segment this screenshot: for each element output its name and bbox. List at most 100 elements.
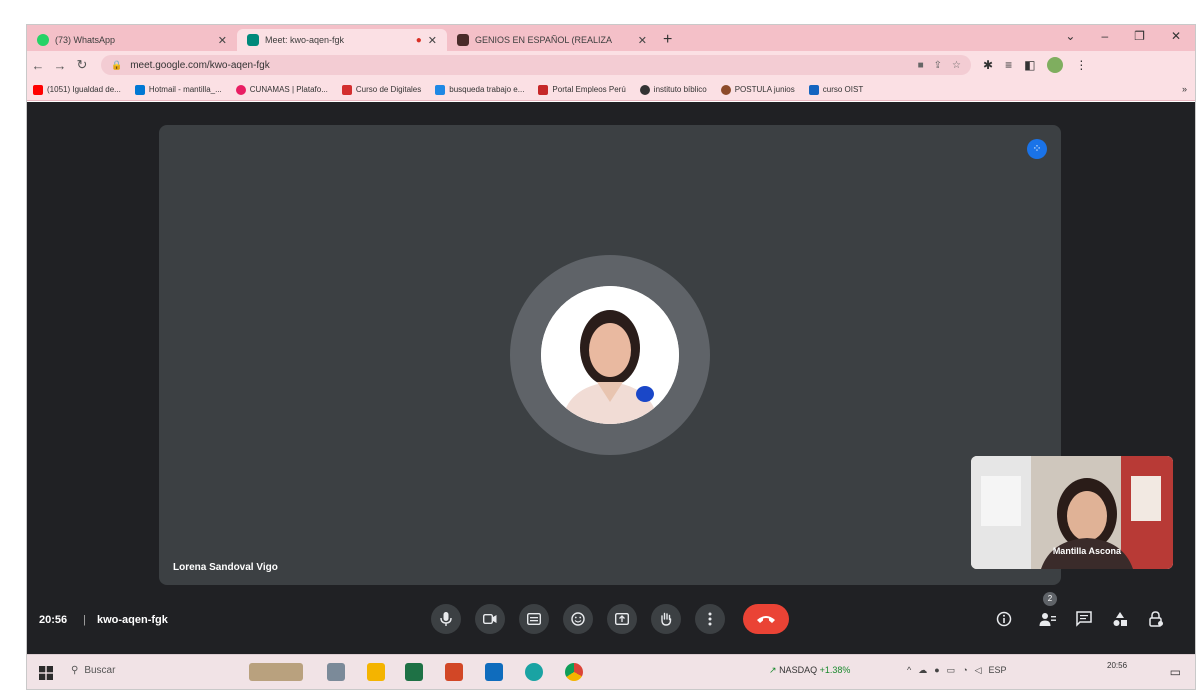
system-tray: ^ ☁ ● ▭ ◔ ◁ ESP bbox=[907, 665, 1007, 676]
volume-icon[interactable]: ◁ bbox=[975, 665, 982, 676]
camera-indicator-icon[interactable]: ■ bbox=[918, 60, 924, 71]
close-tab-icon[interactable]: ✕ bbox=[638, 34, 647, 47]
close-tab-icon[interactable]: ✕ bbox=[218, 34, 227, 47]
task-view-icon[interactable] bbox=[327, 663, 345, 681]
info-icon bbox=[996, 611, 1012, 627]
more-options-button[interactable] bbox=[695, 604, 725, 634]
close-tab-icon[interactable]: ✕ bbox=[428, 34, 437, 47]
taskbar-widget-icon[interactable] bbox=[249, 663, 303, 681]
reading-list-icon[interactable]: ≡ bbox=[1005, 58, 1012, 72]
present-screen-button[interactable] bbox=[607, 604, 637, 634]
back-button[interactable]: ← bbox=[27, 58, 49, 73]
camera-icon bbox=[483, 614, 497, 624]
microphone-tray-icon[interactable]: ● bbox=[934, 665, 939, 676]
bookmark-item[interactable]: Hotmail - mantilla_... bbox=[134, 84, 222, 95]
stock-change: +1.38% bbox=[819, 665, 851, 675]
address-toolbar: ← → ↻ 🔒 meet.google.com/kwo-aqen-fgk ■ ⇪… bbox=[27, 51, 1195, 79]
taskbar-search[interactable]: ⚲ Buscar bbox=[71, 665, 115, 676]
browser-tab-strip: (73) WhatsApp ✕ Meet: kwo-aqen-fgk ● ✕ G… bbox=[27, 25, 1195, 51]
main-speaker-tile[interactable]: ⁘ Lorena Sandoval Vigo bbox=[159, 125, 1061, 585]
minimize-button[interactable]: – bbox=[1101, 29, 1108, 43]
stock-ticker-widget[interactable]: ↗ NASDAQ +1.38% bbox=[769, 665, 850, 676]
more-bookmarks-icon[interactable]: » bbox=[1182, 84, 1187, 94]
bookmarks-bar: (1051) Igualdad de... Hotmail - mantilla… bbox=[27, 79, 1195, 101]
notification-icon[interactable]: ▭ bbox=[1170, 665, 1181, 679]
restore-button[interactable]: ❐ bbox=[1134, 29, 1145, 43]
chevron-up-icon[interactable]: ^ bbox=[907, 665, 911, 676]
raise-hand-button[interactable] bbox=[651, 604, 681, 634]
forward-button[interactable]: → bbox=[49, 58, 71, 73]
lock-icon: 🔒 bbox=[111, 59, 123, 70]
display-icon[interactable]: ▭ bbox=[947, 665, 956, 676]
more-vertical-icon bbox=[708, 612, 712, 626]
chat-icon bbox=[1076, 611, 1092, 627]
tab-title: (73) WhatsApp bbox=[55, 35, 116, 45]
screenshot-frame: (73) WhatsApp ✕ Meet: kwo-aqen-fgk ● ✕ G… bbox=[26, 24, 1196, 690]
raise-hand-icon bbox=[661, 612, 672, 626]
bookmark-item[interactable]: CUNAMAS | Platafo... bbox=[235, 84, 328, 95]
bookmark-item[interactable]: (1051) Igualdad de... bbox=[33, 84, 121, 95]
emoji-icon bbox=[571, 612, 585, 626]
meet-icon bbox=[247, 34, 259, 46]
captions-button[interactable] bbox=[519, 604, 549, 634]
bookmark-star-icon[interactable]: ☆ bbox=[952, 60, 961, 71]
reload-button[interactable]: ↻ bbox=[71, 57, 93, 73]
bookmark-item[interactable]: instituto bíblico bbox=[639, 84, 707, 95]
bookmark-item[interactable]: Curso de Digitales bbox=[341, 84, 421, 95]
file-explorer-icon[interactable] bbox=[367, 663, 385, 681]
network-icon[interactable]: ◔ bbox=[962, 665, 967, 676]
taskbar-clock[interactable]: 20:56 bbox=[1107, 660, 1127, 671]
extension-icon[interactable]: ✱ bbox=[983, 58, 993, 72]
meet-controls-bar: 20:56 | kwo-aqen-fgk 2 bbox=[27, 592, 1195, 646]
bookmark-item[interactable]: busqueda trabajo e... bbox=[435, 84, 524, 95]
windows-start-icon[interactable] bbox=[39, 666, 53, 680]
bookmark-item[interactable]: Portal Empleos Perú bbox=[538, 84, 626, 95]
bookmark-item[interactable]: POSTULA junios bbox=[720, 84, 795, 95]
participants-count-badge: 2 bbox=[1043, 592, 1057, 606]
speaker-photo bbox=[541, 286, 679, 424]
tab-whatsapp[interactable]: (73) WhatsApp ✕ bbox=[27, 29, 237, 51]
microphone-button[interactable] bbox=[431, 604, 461, 634]
outlook-taskbar-icon[interactable] bbox=[485, 663, 503, 681]
taskbar-search-placeholder: Buscar bbox=[84, 665, 116, 676]
camera-button[interactable] bbox=[475, 604, 505, 634]
meeting-details-button[interactable] bbox=[991, 606, 1017, 632]
activities-button[interactable] bbox=[1107, 606, 1133, 632]
chat-button[interactable] bbox=[1071, 606, 1097, 632]
meet-window: ⁘ Lorena Sandoval Vigo Mantilla Ascona 2… bbox=[27, 102, 1195, 654]
speaker-name-label: Lorena Sandoval Vigo bbox=[173, 562, 278, 573]
postula-icon bbox=[720, 84, 731, 95]
powerpoint-icon[interactable] bbox=[445, 663, 463, 681]
tray-language[interactable]: ESP bbox=[989, 665, 1007, 676]
sidepanel-icon[interactable]: ◧ bbox=[1024, 58, 1035, 72]
address-bar[interactable]: 🔒 meet.google.com/kwo-aqen-fgk ■ ⇪ ☆ bbox=[101, 55, 971, 75]
url-text: meet.google.com/kwo-aqen-fgk bbox=[130, 59, 270, 71]
excel-icon[interactable] bbox=[405, 663, 423, 681]
portal-icon bbox=[538, 84, 549, 95]
tab-genios[interactable]: GENIOS EN ESPAÑOL (REALIZA ✕ bbox=[447, 29, 657, 51]
present-screen-icon bbox=[615, 613, 629, 625]
speaker-avatar bbox=[541, 286, 679, 424]
chrome-icon[interactable] bbox=[565, 663, 583, 681]
participants-button[interactable] bbox=[1035, 606, 1061, 632]
shapes-icon bbox=[1113, 612, 1127, 626]
share-icon[interactable]: ⇪ bbox=[934, 60, 942, 71]
bookmark-item[interactable]: curso OIST bbox=[808, 84, 863, 95]
separator: | bbox=[83, 614, 86, 626]
close-window-button[interactable]: ✕ bbox=[1171, 29, 1181, 43]
host-controls-button[interactable] bbox=[1143, 606, 1169, 632]
chevron-down-icon[interactable]: ⌄ bbox=[1065, 29, 1075, 43]
self-name-label: Mantilla Ascona bbox=[1052, 546, 1121, 556]
profile-avatar[interactable] bbox=[1047, 57, 1064, 73]
reactions-button[interactable] bbox=[563, 604, 593, 634]
self-view-tile[interactable]: Mantilla Ascona bbox=[971, 456, 1173, 569]
onedrive-icon[interactable]: ☁ bbox=[918, 665, 927, 676]
tab-meet[interactable]: Meet: kwo-aqen-fgk ● ✕ bbox=[237, 29, 447, 51]
meeting-clock: 20:56 bbox=[39, 614, 68, 626]
new-tab-button[interactable]: + bbox=[663, 29, 672, 51]
menu-kebab-icon[interactable]: ⋮ bbox=[1075, 58, 1087, 72]
course-icon bbox=[808, 84, 819, 95]
end-call-button[interactable] bbox=[743, 604, 789, 634]
edge-icon[interactable] bbox=[525, 663, 543, 681]
windows-taskbar: ⚲ Buscar ↗ NASDAQ +1.38% ^ ☁ ● ▭ ◔ ◁ ESP… bbox=[27, 654, 1195, 689]
